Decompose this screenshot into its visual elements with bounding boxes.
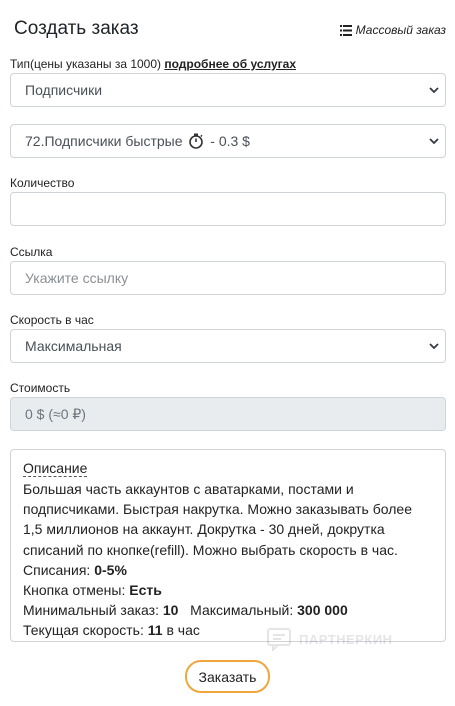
speed-label: Скорость в час xyxy=(10,313,94,327)
quantity-input[interactable] xyxy=(10,192,446,226)
category-selected-value: Подписчики xyxy=(25,82,103,98)
cancel-line: Кнопка отмены: Есть xyxy=(23,580,433,600)
page-title: Создать заказ xyxy=(14,18,139,39)
chevron-down-icon xyxy=(429,343,439,350)
current-speed-unit: в час xyxy=(166,622,200,639)
chevron-down-icon xyxy=(429,138,439,145)
link-input[interactable]: Укажите ссылку xyxy=(10,261,446,295)
bulk-order-label[interactable]: Массовый заказ xyxy=(356,22,446,38)
quantity-label: Количество xyxy=(10,176,75,190)
cancel-value: Есть xyxy=(129,582,162,599)
speed-selected-value: Максимальная xyxy=(25,338,122,354)
description-box: Описание Большая часть аккаунтов с авата… xyxy=(10,449,446,642)
type-label: Тип(цены указаны за 1000) подробнее об у… xyxy=(10,57,296,71)
link-label: Ссылка xyxy=(10,245,53,259)
description-text: Большая часть аккаунтов с аватарками, по… xyxy=(23,481,412,558)
create-order-form: Создать заказ Массовый заказ Тип(цены ук… xyxy=(0,0,455,706)
max-order-label: Максимальный: xyxy=(190,602,294,619)
current-speed-label: Текущая скорость: xyxy=(23,622,144,639)
list-icon xyxy=(339,24,352,36)
watermark-icon xyxy=(267,628,291,651)
writeoffs-label: Списания: xyxy=(23,561,91,578)
min-order-label: Минимальный заказ: xyxy=(23,602,159,619)
cancel-label: Кнопка отмены: xyxy=(23,582,126,599)
watermark-logo: ПАРТНЕРКИН xyxy=(267,625,407,653)
cost-field: 0 $ (≈0 ₽) xyxy=(10,397,446,431)
watermark-text: ПАРТНЕРКИН xyxy=(299,631,393,647)
header: Создать заказ Массовый заказ xyxy=(14,16,446,44)
category-select[interactable]: Подписчики xyxy=(10,73,446,107)
current-speed-value: 11 xyxy=(147,622,163,639)
type-label-text: Тип(цены указаны за 1000) xyxy=(10,57,162,71)
writeoffs-value: 0-5% xyxy=(94,561,127,578)
service-name: 72.Подписчики быстрые xyxy=(25,133,183,149)
order-limits-line: Минимальный заказ: 10 Максимальный: 300 … xyxy=(23,600,433,620)
speed-select[interactable]: Максимальная xyxy=(10,329,446,363)
chevron-down-icon xyxy=(429,87,439,94)
bulk-order-link[interactable]: Массовый заказ xyxy=(339,22,446,38)
cost-label: Стоимость xyxy=(10,381,71,395)
services-details-link[interactable]: подробнее об услугах xyxy=(164,57,296,71)
max-order-value: 300 000 xyxy=(297,602,348,619)
service-price: - 0.3 $ xyxy=(210,133,250,149)
stopwatch-icon xyxy=(189,133,204,149)
submit-order-button[interactable]: Заказать xyxy=(185,660,270,693)
writeoffs-line: Списания: 0-5% xyxy=(23,560,433,580)
service-select[interactable]: 72.Подписчики быстрые - 0.3 $ xyxy=(10,124,446,158)
min-order-value: 10 xyxy=(162,602,179,619)
description-title: Описание xyxy=(23,460,88,477)
